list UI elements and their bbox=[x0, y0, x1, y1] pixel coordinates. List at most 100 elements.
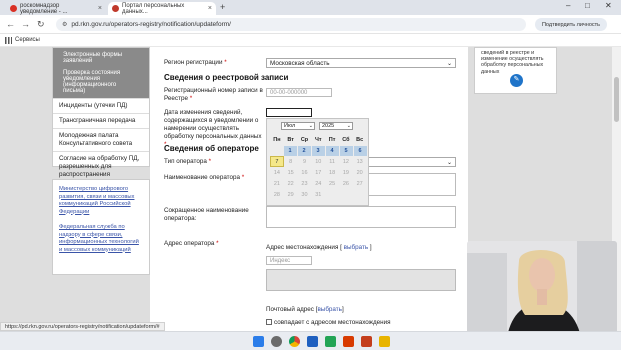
calendar-day[interactable]: 26 bbox=[339, 178, 353, 189]
calendar-day[interactable]: 15 bbox=[284, 167, 298, 178]
calendar-day[interactable]: 5 bbox=[339, 145, 353, 156]
calendar-day[interactable]: 19 bbox=[339, 167, 353, 178]
location-address-label: Адрес местонахождения [ выбрать ] bbox=[266, 244, 372, 251]
tab-favicon-icon bbox=[10, 5, 17, 12]
search-icon[interactable] bbox=[271, 336, 282, 347]
zip-input[interactable]: Индекс bbox=[266, 256, 312, 265]
calendar-day[interactable]: 13 bbox=[353, 156, 367, 167]
chevron-down-icon: ⌄ bbox=[346, 123, 351, 129]
calendar-day[interactable]: 9 bbox=[298, 156, 312, 167]
calendar-day[interactable]: 22 bbox=[284, 178, 298, 189]
close-window-icon[interactable]: ✕ bbox=[605, 1, 612, 10]
zip-placeholder: Индекс bbox=[270, 257, 291, 264]
location-address-textarea[interactable] bbox=[266, 269, 456, 291]
link-roskomnadzor[interactable]: Федеральная служба по надзору в сфере св… bbox=[59, 224, 143, 254]
edit-pencil-button[interactable]: ✎ bbox=[510, 74, 523, 87]
bookmark-services[interactable]: Сервисы bbox=[15, 37, 40, 43]
reg-number-input[interactable]: 00-00-000000 bbox=[266, 88, 332, 97]
link-mintsifry[interactable]: Министерство цифрового развития, связи и… bbox=[59, 186, 143, 216]
calendar-day[interactable]: 1 bbox=[283, 145, 297, 156]
same-address-row: совпадает с адресом местонахождения bbox=[266, 319, 391, 327]
maximize-icon[interactable]: □ bbox=[585, 1, 590, 10]
calendar-day[interactable]: 23 bbox=[298, 178, 312, 189]
tab-close-icon[interactable]: × bbox=[98, 5, 102, 12]
url-text: pd.rkn.gov.ru/operators-registry/notific… bbox=[71, 21, 231, 28]
calendar-day[interactable]: 14 bbox=[270, 167, 284, 178]
change-date-label: Дата изменения сведений, содержащихся в … bbox=[164, 109, 262, 148]
sidebar-item-consent[interactable]: Согласие на обработку ПД, разрешенных дл… bbox=[53, 151, 149, 182]
operator-type-label: Тип оператора * bbox=[164, 158, 212, 165]
calendar-day[interactable]: 27 bbox=[353, 178, 367, 189]
tab-close-icon[interactable]: × bbox=[208, 5, 212, 12]
scrollbar-thumb[interactable] bbox=[614, 77, 619, 122]
weekday-label: Сб bbox=[342, 136, 350, 143]
change-date-input[interactable] bbox=[266, 108, 312, 117]
month-select[interactable]: Июл ⌄ bbox=[281, 122, 315, 130]
app-icon[interactable] bbox=[325, 336, 336, 347]
tab-roskomnadzor[interactable]: роскомнадзор уведомление - ... × bbox=[6, 2, 106, 15]
operator-name-label: Наименование оператора * bbox=[164, 174, 245, 181]
calendar-day[interactable]: 25 bbox=[325, 178, 339, 189]
calendar-day[interactable]: 10 bbox=[311, 156, 325, 167]
external-links-panel: Министерство цифрового развития, связи и… bbox=[52, 179, 150, 275]
webcam-overlay bbox=[467, 241, 617, 337]
choose-postal-link[interactable]: выбрать bbox=[317, 306, 342, 313]
sidebar-item-notification-status[interactable]: Проверка состояния уведомления (информац… bbox=[63, 67, 139, 97]
calendar-day[interactable]: 29 bbox=[284, 189, 298, 200]
sidebar-submenu: Электронные формы заявлений Проверка сос… bbox=[53, 48, 149, 98]
year-select[interactable]: 2025 ⌄ bbox=[319, 122, 353, 130]
apps-grid-icon bbox=[5, 36, 12, 44]
calendar-day[interactable]: 12 bbox=[339, 156, 353, 167]
calendar-day[interactable]: 6 bbox=[353, 145, 367, 156]
calendar-day[interactable]: 21 bbox=[270, 178, 284, 189]
telegram-icon[interactable] bbox=[307, 336, 318, 347]
choose-location-link[interactable]: выбрать bbox=[344, 244, 369, 251]
operator-heading: Сведения об операторе bbox=[164, 144, 259, 153]
calendar-empty-cell bbox=[339, 189, 353, 200]
weekday-label: Вс bbox=[356, 136, 364, 143]
calendar-day[interactable]: 24 bbox=[311, 178, 325, 189]
calendar-day[interactable]: 7 bbox=[270, 156, 284, 167]
calendar-day[interactable]: 31 bbox=[311, 189, 325, 200]
calendar-day[interactable]: 20 bbox=[353, 167, 367, 178]
calendar-day[interactable]: 8 bbox=[284, 156, 298, 167]
chevron-down-icon: ⌄ bbox=[308, 123, 313, 129]
calendar-day[interactable]: 16 bbox=[298, 167, 312, 178]
site-info-icon[interactable]: ⚙ bbox=[62, 21, 67, 28]
calendar-day[interactable]: 17 bbox=[311, 167, 325, 178]
region-select[interactable]: Московская область ⌄ bbox=[266, 58, 456, 68]
forward-icon[interactable]: → bbox=[21, 19, 30, 29]
same-address-checkbox[interactable] bbox=[266, 319, 272, 326]
address-bar[interactable]: ⚙ pd.rkn.gov.ru/operators-registry/notif… bbox=[56, 18, 526, 31]
acrobat-icon[interactable] bbox=[343, 336, 354, 347]
new-tab-button[interactable]: + bbox=[220, 2, 225, 12]
powerpoint-icon[interactable] bbox=[361, 336, 372, 347]
reload-icon[interactable]: ↻ bbox=[37, 19, 45, 30]
verify-identity-button[interactable]: Подтвердить личность bbox=[535, 18, 607, 31]
postal-address-label: Почтовый адрес [выбрать] bbox=[266, 306, 344, 313]
calendar-day[interactable]: 18 bbox=[325, 167, 339, 178]
calendar-day[interactable]: 2 bbox=[297, 145, 311, 156]
short-name-textarea[interactable] bbox=[266, 206, 456, 228]
region-value: Московская область bbox=[270, 59, 330, 67]
chrome-icon[interactable] bbox=[289, 336, 300, 347]
region-label: Регион регистрации * bbox=[164, 59, 227, 66]
calendar-day[interactable]: 3 bbox=[311, 145, 325, 156]
verify-identity-label: Подтвердить личность bbox=[541, 21, 601, 28]
sidebar-item-youth-chamber[interactable]: Молодежная палата Консультативного совет… bbox=[53, 128, 149, 151]
calendar-day[interactable]: 4 bbox=[325, 145, 339, 156]
weekday-row: Пн Вт Ср Чт Пт Сб Вс bbox=[270, 134, 367, 145]
calendar-day[interactable]: 30 bbox=[298, 189, 312, 200]
bookmarks-bar: Сервисы bbox=[0, 34, 621, 47]
start-icon[interactable] bbox=[253, 336, 264, 347]
sidebar-item-cross-border[interactable]: Трансграничная передача bbox=[53, 113, 149, 128]
datepicker: Июл ⌄ 2025 ⌄ Пн Вт Ср Чт Пт Сб Вс 1 2 3 4 5 6 7 8 9 10 11 12… bbox=[266, 118, 369, 206]
tab-personal-data-portal[interactable]: Портал персональных данных... × bbox=[108, 2, 216, 15]
sidebar-item-incidents[interactable]: Инциденты (утечки ПД) bbox=[53, 98, 149, 113]
calendar-day[interactable]: 11 bbox=[325, 156, 339, 167]
calendar-day[interactable]: 28 bbox=[270, 189, 284, 200]
sidebar-item-electronic-forms[interactable]: Электронные формы заявлений bbox=[63, 49, 139, 67]
explorer-icon[interactable] bbox=[379, 336, 390, 347]
minimize-icon[interactable]: – bbox=[566, 1, 570, 10]
back-icon[interactable]: ← bbox=[6, 19, 15, 29]
